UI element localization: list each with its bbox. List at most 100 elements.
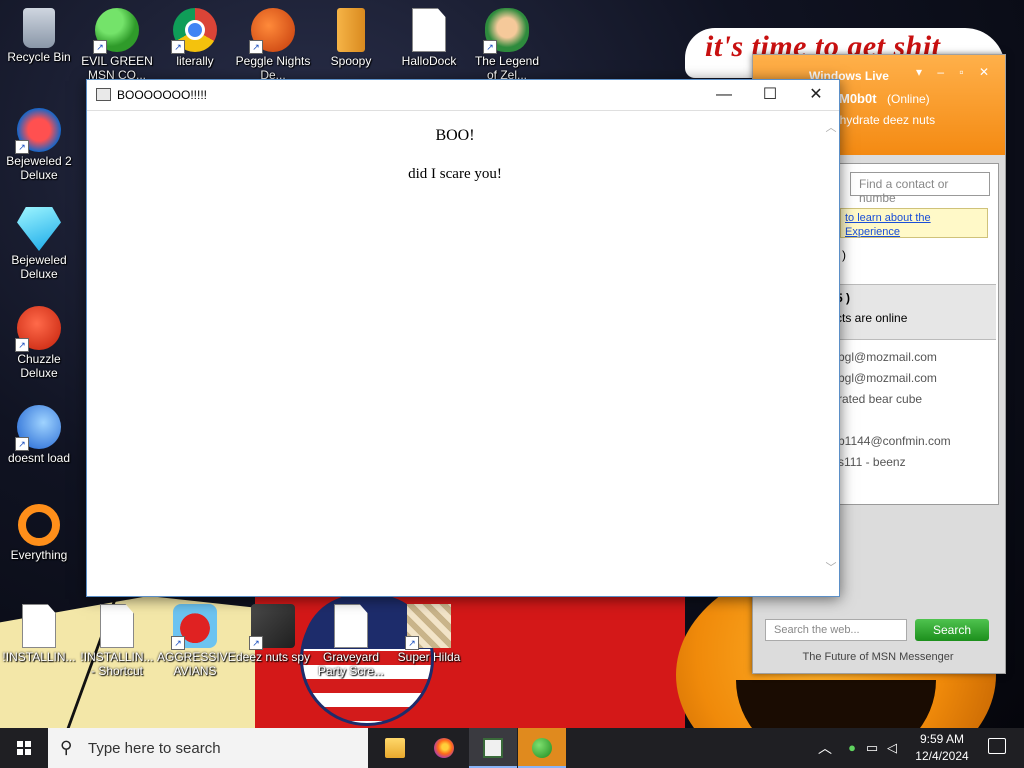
taskbar-search-box[interactable]: ⚲ Type here to search xyxy=(48,728,368,768)
taskbar-file-explorer[interactable] xyxy=(371,728,419,768)
msn-contact[interactable]: b1144@confmin.com xyxy=(838,434,951,448)
msn-icon: ↗ xyxy=(93,8,139,54)
thunderbird-icon: ↗ xyxy=(15,405,61,451)
document-icon xyxy=(334,604,368,648)
msn-personal-message[interactable]: ehydrate deez nuts xyxy=(833,113,935,127)
desktop-icon-chuzzle[interactable]: ↗ Chuzzle Deluxe xyxy=(1,306,77,380)
taskbar-search-placeholder: Type here to search xyxy=(88,740,221,757)
folder-icon xyxy=(385,738,405,758)
chuzzle-icon: ↗ xyxy=(15,306,61,352)
chevron-up-icon[interactable]: ︿ xyxy=(818,738,832,758)
desktop-icon-installing[interactable]: !INSTALLIN... xyxy=(1,604,77,664)
desktop-icon-label: Peggle Nights De... xyxy=(235,54,311,82)
popup-scrollbar[interactable]: ︿ ﹀ xyxy=(823,111,839,595)
clock-date[interactable]: 12/4/2024 xyxy=(912,749,972,763)
clock-time[interactable]: 9:59 AM xyxy=(912,732,972,746)
boo-popup-window[interactable]: BOOOOOOO!!!!! — ☐ ✕ BOO! did I scare you… xyxy=(86,79,840,597)
bejeweled2-icon: ↗ xyxy=(15,108,61,154)
shortcut-arrow-icon: ↗ xyxy=(171,636,185,650)
close-icon[interactable]: ✕ xyxy=(793,80,839,110)
desktop-icon-bejeweled2[interactable]: ↗ Bejeweled 2 Deluxe xyxy=(1,108,77,182)
desktop-icon-label: AGGRESSIVE AVIANS xyxy=(157,650,236,678)
taskbar-firefox[interactable] xyxy=(420,728,468,768)
popup-content: BOO! did I scare you! xyxy=(87,111,823,595)
shortcut-arrow-icon: ↗ xyxy=(93,40,107,54)
shortcut-arrow-icon: ↗ xyxy=(15,338,29,352)
desktop-icon-recycle-bin[interactable]: Recycle Bin xyxy=(1,8,77,64)
shortcut-arrow-icon: ↗ xyxy=(405,636,419,650)
hilda-icon: ↗ xyxy=(405,604,451,650)
popup-heading: BOO! xyxy=(435,127,475,144)
desktop-icon-super-hilda[interactable]: ↗ Super Hilda xyxy=(391,604,467,664)
desktop-icon-label: !INSTALLIN... - Shortcut xyxy=(80,650,154,678)
shortcut-arrow-icon: ↗ xyxy=(171,40,185,54)
desktop-icon-label: Spoopy xyxy=(330,54,372,68)
shortcut-arrow-icon: ↗ xyxy=(15,140,29,154)
scroll-down-icon[interactable]: ﹀ xyxy=(825,559,837,575)
desktop-icon-peggle[interactable]: ↗ Peggle Nights De... xyxy=(235,8,311,82)
msn-window-controls[interactable]: ▾ – ▫ ✕ xyxy=(916,65,995,79)
gem-icon: ↗ xyxy=(17,207,61,251)
msn-status[interactable]: (Online) xyxy=(887,92,930,106)
minimize-icon[interactable]: — xyxy=(701,80,747,110)
firefox-icon xyxy=(434,738,454,758)
msn-info-banner[interactable]: to learn about the Experience xyxy=(840,208,988,238)
desktop-icon-everything[interactable]: Everything xyxy=(1,504,77,562)
desktop-icon-label: literally xyxy=(176,54,214,68)
shortcut-arrow-icon: ↗ xyxy=(483,40,497,54)
popup-titlebar[interactable]: BOOOOOOO!!!!! — ☐ ✕ xyxy=(87,80,839,111)
desktop-icon-label: Super Hilda xyxy=(397,650,461,664)
spy-icon: ↗ xyxy=(249,604,295,650)
peggle-icon: ↗ xyxy=(249,8,295,54)
start-button[interactable] xyxy=(0,728,48,768)
desktop-icon-label: Graveyard Party Scre... xyxy=(317,650,385,678)
msn-find-contact-input[interactable]: Find a contact or numbe xyxy=(850,172,990,205)
scroll-up-icon[interactable]: ︿ xyxy=(825,119,837,135)
desktop-icon-installing-shortcut[interactable]: !INSTALLIN... - Shortcut xyxy=(79,604,155,678)
msn-contact[interactable]: s111 - beenz xyxy=(838,455,906,469)
taskbar-msn[interactable] xyxy=(518,728,566,768)
desktop-icon-label: Everything xyxy=(10,548,68,562)
banner-line: Experience xyxy=(845,226,901,238)
spoopy-icon xyxy=(337,8,365,52)
search-icon: ⚲ xyxy=(60,738,73,757)
window-app-icon xyxy=(96,88,111,101)
desktop-icon-label: Chuzzle Deluxe xyxy=(17,352,61,380)
msn-icon xyxy=(532,738,552,758)
msn-search-button[interactable]: Search xyxy=(915,619,989,641)
desktop-icon-aggressive-avians[interactable]: ↗ AGGRESSIVE AVIANS xyxy=(157,604,236,678)
msn-tray-icon[interactable]: ● xyxy=(844,740,860,756)
everything-icon xyxy=(18,504,60,546)
desktop-icon-spoopy[interactable]: Spoopy xyxy=(313,8,389,68)
msn-contact[interactable]: bgl@mozmail.com xyxy=(838,350,937,364)
shortcut-arrow-icon: ↗ xyxy=(15,437,29,451)
desktop-icon-thunderbird[interactable]: ↗ doesnt load xyxy=(1,405,77,465)
notification-icon[interactable] xyxy=(988,738,1006,754)
desktop-icon-zelda[interactable]: ↗ The Legend of Zel... xyxy=(469,8,545,82)
document-icon xyxy=(412,8,446,52)
desktop-icon-chrome[interactable]: ↗ literally xyxy=(157,8,233,68)
desktop-icon-hallodock[interactable]: HalloDock xyxy=(391,8,467,68)
shortcut-arrow-icon: ↗ xyxy=(249,636,263,650)
msn-group-subtitle: cts are online xyxy=(836,311,908,325)
taskbar: ⚲ Type here to search ︿ ● ▭ ◁ 9:59 AM 12… xyxy=(0,728,1024,768)
msn-contact[interactable]: bgl@mozmail.com xyxy=(838,371,937,385)
shortcut-arrow-icon: ↗ xyxy=(249,40,263,54)
taskbar-boo-app[interactable] xyxy=(469,728,517,768)
msn-web-search-input[interactable]: Search the web... xyxy=(765,619,907,641)
desktop-icon-deez-nuts-spy[interactable]: ↗ deez nuts spy xyxy=(235,604,311,664)
zelda-icon: ↗ xyxy=(483,8,529,54)
desktop-icon-label: !INSTALLIN... xyxy=(2,650,76,664)
desktop-icon-label: EVIL GREEN MSN CO... xyxy=(81,54,153,82)
desktop-icon-label: Bejeweled 2 Deluxe xyxy=(6,154,72,182)
desktop-icon-label: Recycle Bin xyxy=(7,50,71,64)
network-icon[interactable]: ▭ xyxy=(864,740,880,756)
volume-icon[interactable]: ◁ xyxy=(884,740,900,756)
angry-birds-icon: ↗ xyxy=(171,604,217,650)
msn-contact[interactable]: rated bear cube xyxy=(838,392,922,406)
desktop-icon-graveyard-party[interactable]: Graveyard Party Scre... xyxy=(313,604,389,678)
msn-username[interactable]: M0b0t xyxy=(839,91,877,106)
desktop-icon-msn[interactable]: ↗ EVIL GREEN MSN CO... xyxy=(79,8,155,82)
maximize-icon[interactable]: ☐ xyxy=(747,80,793,110)
desktop-icon-bejeweled[interactable]: ↗ Bejeweled Deluxe xyxy=(1,207,77,281)
